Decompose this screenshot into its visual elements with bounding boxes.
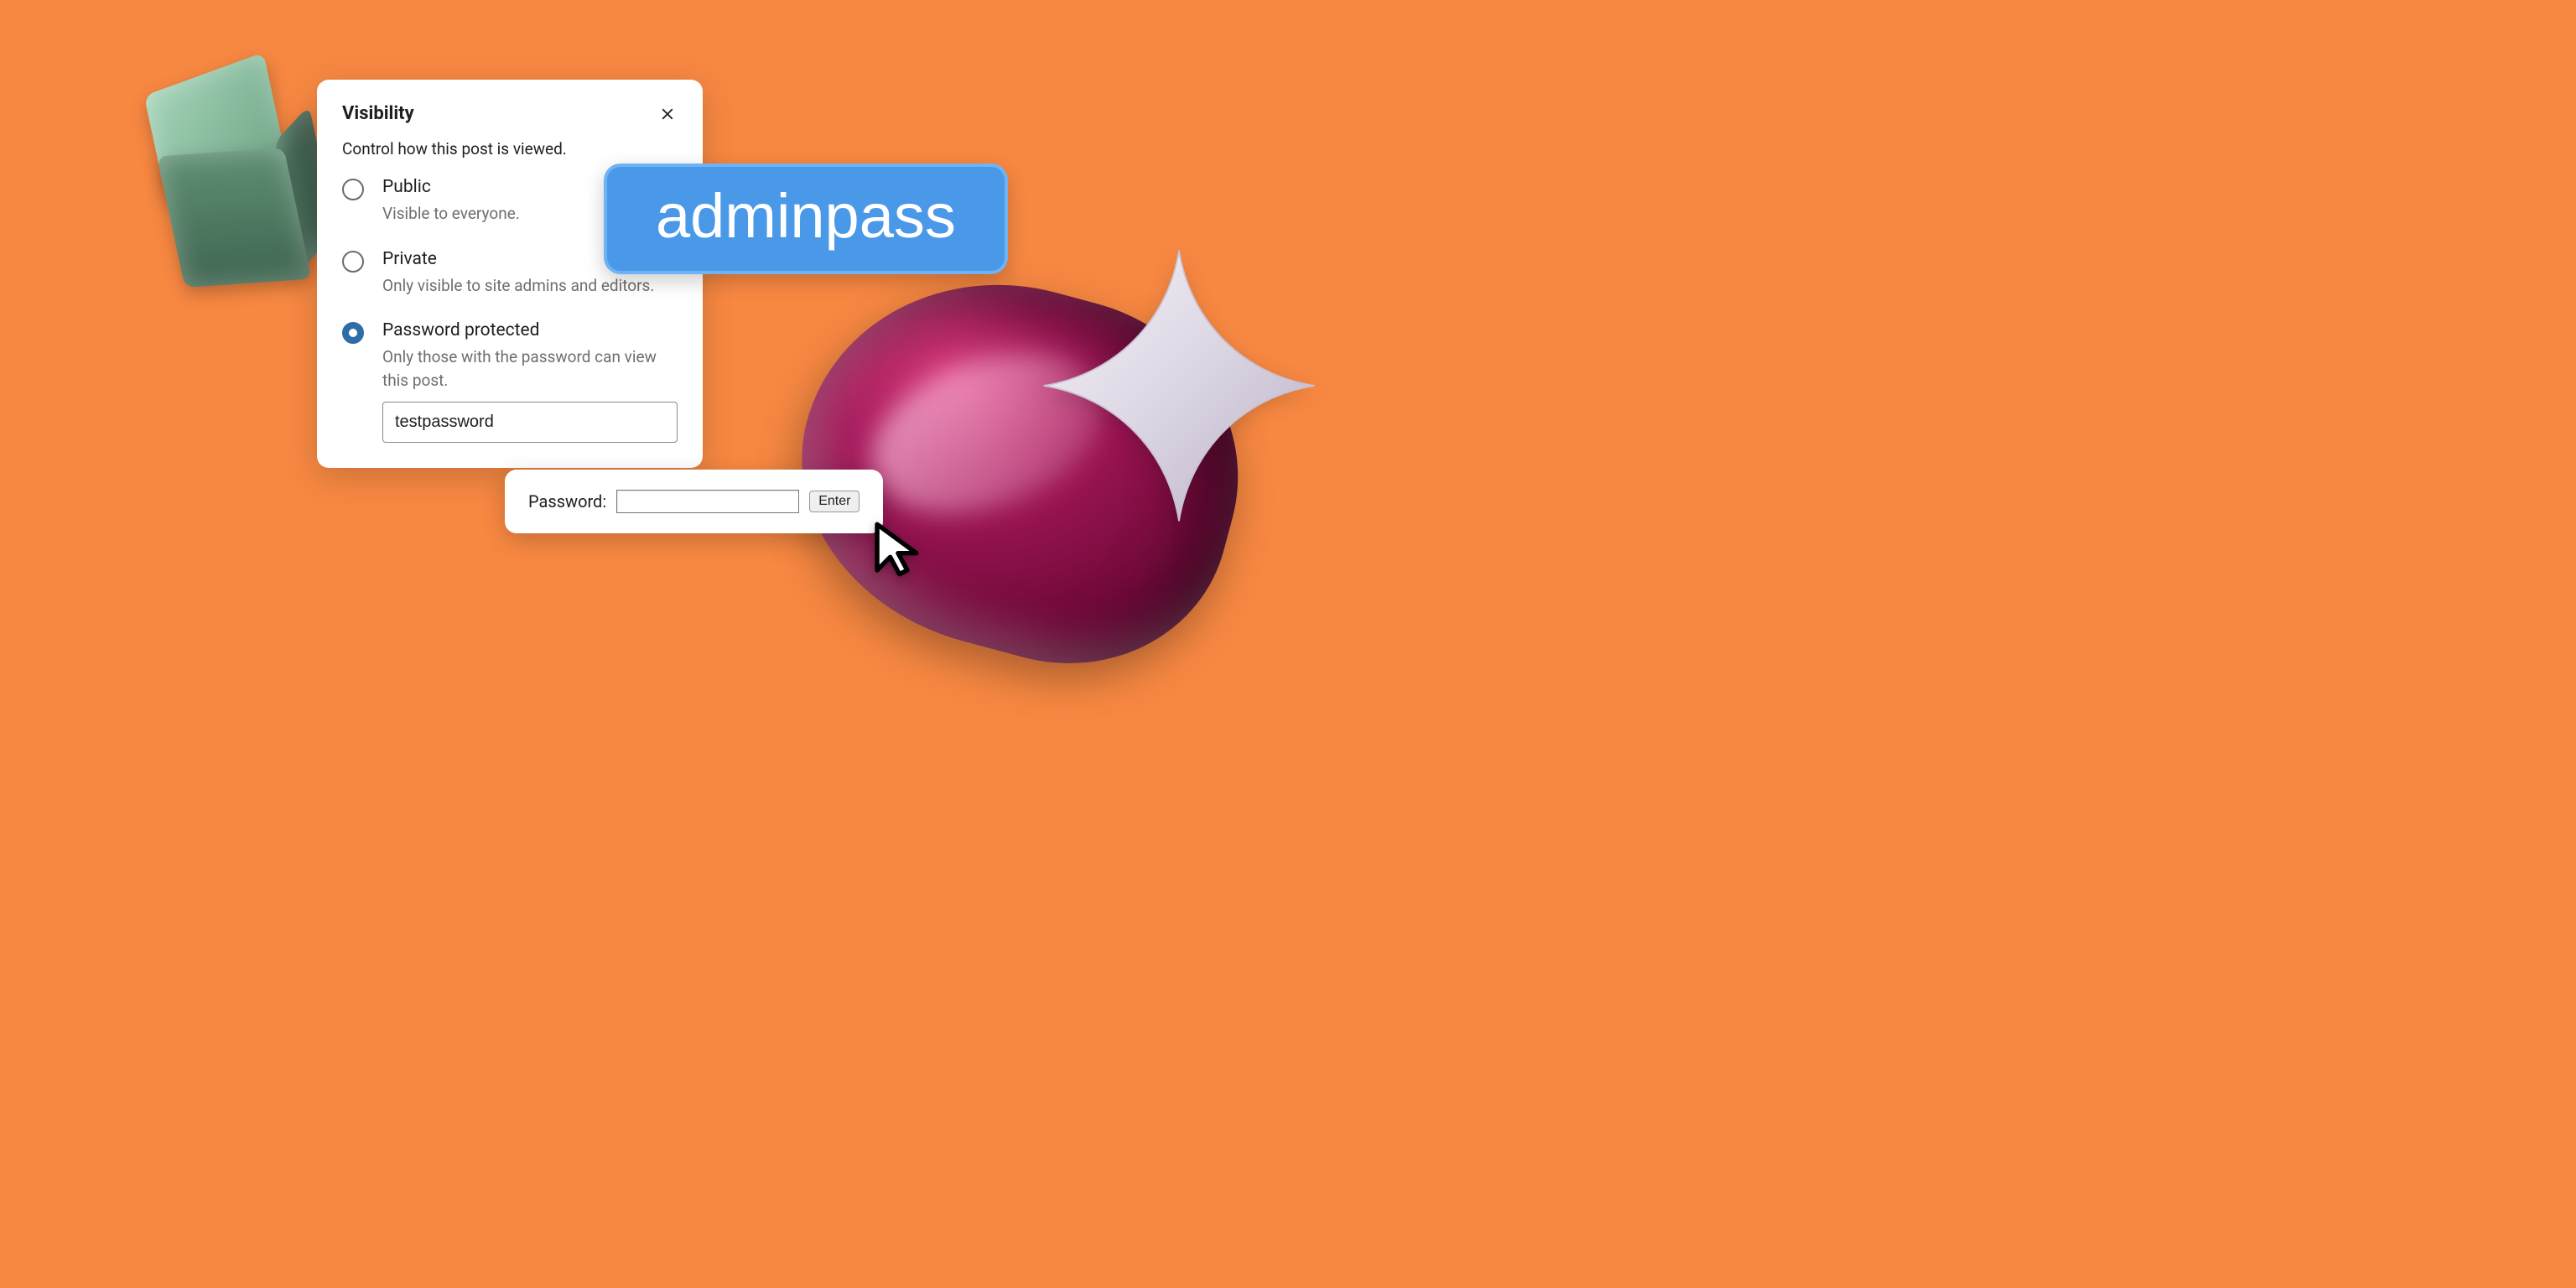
radio-icon-selected	[342, 322, 364, 344]
panel-subtitle: Control how this post is viewed.	[342, 139, 678, 158]
enter-button[interactable]: Enter	[809, 491, 860, 512]
cube-decoration	[126, 57, 331, 304]
adminpass-badge: adminpass	[604, 164, 1008, 274]
password-label: Password:	[528, 491, 606, 512]
post-password-input[interactable]	[382, 402, 678, 443]
option-desc: Only visible to site admins and editors.	[382, 274, 678, 298]
visibility-option-password[interactable]: Password protected Only those with the p…	[342, 320, 678, 443]
cursor-icon	[865, 517, 931, 582]
close-icon	[660, 106, 675, 122]
option-label: Password protected	[382, 320, 678, 340]
close-button[interactable]	[657, 104, 678, 124]
password-prompt: Password: Enter	[505, 470, 883, 533]
star-decoration	[1036, 243, 1322, 528]
panel-title: Visibility	[342, 103, 414, 124]
radio-icon	[342, 251, 364, 273]
password-input[interactable]	[616, 490, 799, 513]
option-desc: Only those with the password can view th…	[382, 345, 678, 392]
radio-icon	[342, 179, 364, 200]
